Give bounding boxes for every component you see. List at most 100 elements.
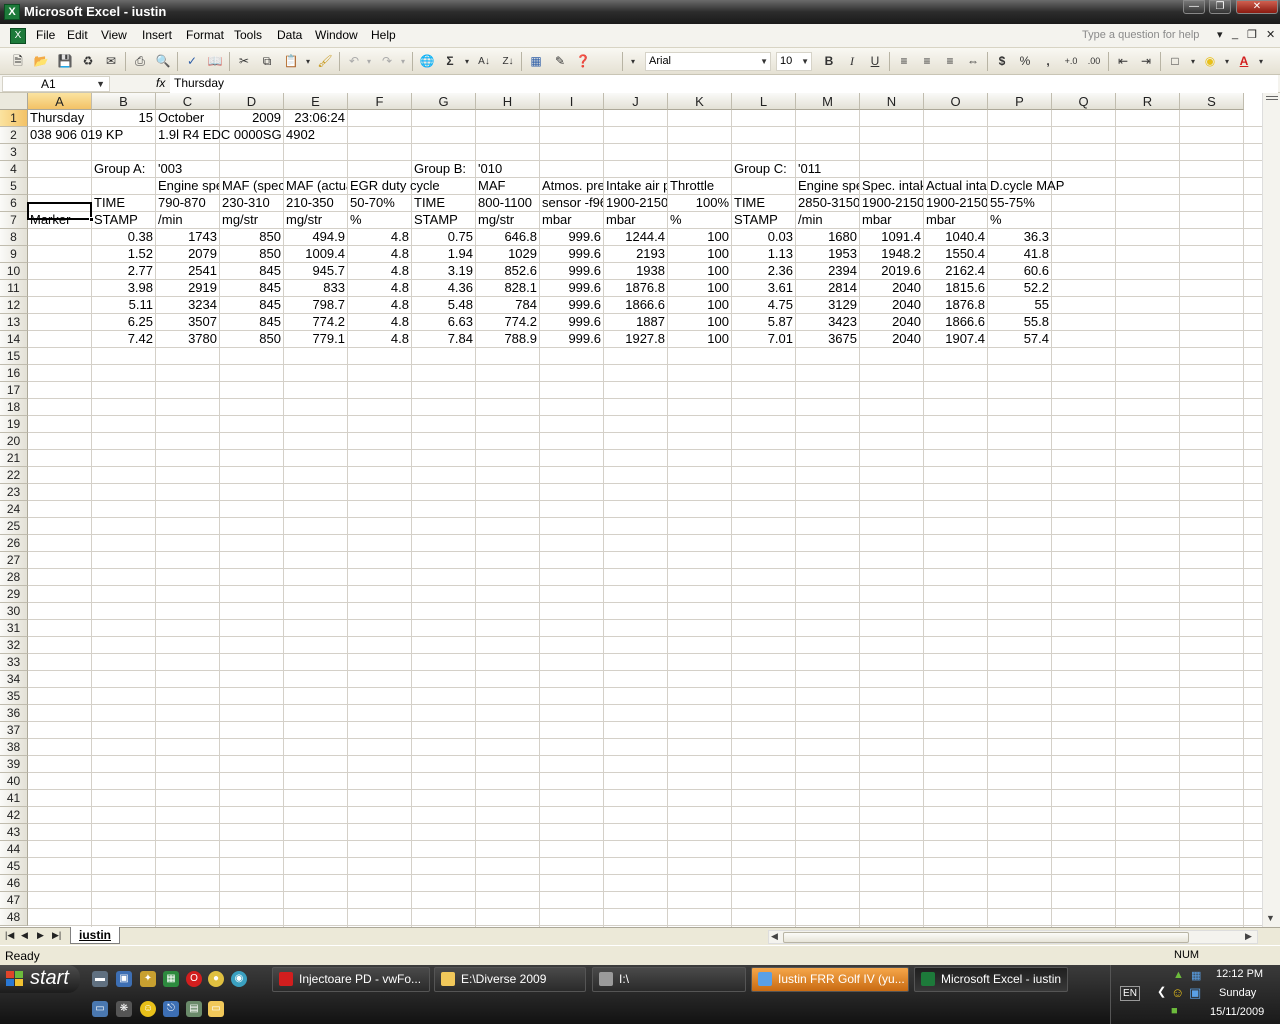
cell-O8[interactable]: 1040.4 bbox=[924, 229, 987, 245]
split-box[interactable] bbox=[1266, 96, 1278, 100]
cell-H7[interactable]: mg/str bbox=[476, 212, 539, 228]
language-indicator[interactable]: EN bbox=[1120, 986, 1140, 1001]
tray-expand-icon[interactable]: ❮ bbox=[1157, 985, 1166, 998]
cell-E5[interactable]: MAF (actual) bbox=[284, 178, 347, 194]
cell-E7[interactable]: mg/str bbox=[284, 212, 347, 228]
cell-M6[interactable]: 2850-3150 bbox=[796, 195, 859, 211]
row-header[interactable]: 24 bbox=[0, 501, 28, 518]
column-header-M[interactable]: M bbox=[796, 93, 860, 110]
next-sheet-icon[interactable]: ▶ bbox=[37, 930, 44, 941]
cell-N6[interactable]: 1900-2150 bbox=[860, 195, 923, 211]
row-header[interactable]: 39 bbox=[0, 756, 28, 773]
cell-D8[interactable]: 850 bbox=[220, 229, 283, 245]
cell-B12[interactable]: 5.11 bbox=[92, 297, 155, 313]
column-header-N[interactable]: N bbox=[860, 93, 924, 110]
quicklaunch-excel-icon[interactable]: ▦ bbox=[163, 971, 179, 987]
cell-E2[interactable]: 4902 bbox=[284, 127, 347, 143]
cell-E1[interactable]: 23:06:24 bbox=[284, 110, 347, 126]
cell-E13[interactable]: 774.2 bbox=[284, 314, 347, 330]
column-header-G[interactable]: G bbox=[412, 93, 476, 110]
cell-K11[interactable]: 100 bbox=[668, 280, 731, 296]
percent-icon[interactable]: % bbox=[1016, 53, 1034, 70]
font-color-icon[interactable]: A bbox=[1235, 53, 1253, 70]
menu-tools[interactable]: Tools bbox=[234, 28, 262, 42]
cell-L9[interactable]: 1.13 bbox=[732, 246, 795, 262]
cell-H8[interactable]: 646.8 bbox=[476, 229, 539, 245]
row-header[interactable]: 3 bbox=[0, 144, 28, 161]
close-button[interactable]: ✕ bbox=[1236, 0, 1278, 14]
italic-icon[interactable]: I bbox=[843, 53, 861, 70]
cell-H14[interactable]: 788.9 bbox=[476, 331, 539, 347]
cell-I8[interactable]: 999.6 bbox=[540, 229, 603, 245]
cell-E11[interactable]: 833 bbox=[284, 280, 347, 296]
cell-C6[interactable]: 790-870 bbox=[156, 195, 219, 211]
column-header-K[interactable]: K bbox=[668, 93, 732, 110]
cell-C7[interactable]: /min bbox=[156, 212, 219, 228]
quicklaunch-messenger-icon[interactable]: ☺ bbox=[140, 1001, 156, 1017]
cell-D5[interactable]: MAF (specified) bbox=[220, 178, 283, 194]
quicklaunch-opera-icon[interactable]: O bbox=[186, 971, 202, 987]
cell-I13[interactable]: 999.6 bbox=[540, 314, 603, 330]
row-header[interactable]: 7 bbox=[0, 212, 28, 229]
permission-icon[interactable]: ♻ bbox=[79, 53, 97, 70]
toolbar-options-icon[interactable]: ▾ bbox=[624, 53, 642, 70]
row-header[interactable]: 45 bbox=[0, 858, 28, 875]
cell-L10[interactable]: 2.36 bbox=[732, 263, 795, 279]
row-header[interactable]: 8 bbox=[0, 229, 28, 246]
minimize-button[interactable]: — bbox=[1183, 0, 1205, 14]
workbook-restore-icon[interactable]: ❐ bbox=[1247, 28, 1257, 41]
currency-icon[interactable]: $ bbox=[993, 53, 1011, 70]
cell-B9[interactable]: 1.52 bbox=[92, 246, 155, 262]
cell-J6[interactable]: 1900-2150 bbox=[604, 195, 667, 211]
increase-indent-icon[interactable]: ⇥ bbox=[1137, 53, 1155, 70]
horizontal-scroll-thumb[interactable] bbox=[783, 932, 1189, 943]
row-header[interactable]: 25 bbox=[0, 518, 28, 535]
row-header[interactable]: 14 bbox=[0, 331, 28, 348]
taskbar-button[interactable]: I:\ bbox=[592, 967, 746, 992]
cell-N10[interactable]: 2019.6 bbox=[860, 263, 923, 279]
quicklaunch-media-icon[interactable]: ● bbox=[208, 971, 224, 987]
cell-G4[interactable]: Group B: bbox=[412, 161, 475, 177]
row-header[interactable]: 32 bbox=[0, 637, 28, 654]
format-painter-icon[interactable]: 🖌 bbox=[316, 53, 334, 70]
cell-K6[interactable]: 100% bbox=[668, 195, 731, 211]
row-header[interactable]: 6 bbox=[0, 195, 28, 212]
cell-K12[interactable]: 100 bbox=[668, 297, 731, 313]
cell-J13[interactable]: 1887 bbox=[604, 314, 667, 330]
cell-L11[interactable]: 3.61 bbox=[732, 280, 795, 296]
cell-D10[interactable]: 845 bbox=[220, 263, 283, 279]
cell-E10[interactable]: 945.7 bbox=[284, 263, 347, 279]
hyperlink-icon[interactable]: 🌐 bbox=[418, 53, 436, 70]
quicklaunch-tool-icon[interactable]: ✦ bbox=[140, 971, 156, 987]
increase-decimal-icon[interactable]: +.0 bbox=[1062, 53, 1080, 70]
cell-I6[interactable]: sensor -f96 bbox=[540, 195, 603, 211]
cell-N11[interactable]: 2040 bbox=[860, 280, 923, 296]
row-header[interactable]: 5 bbox=[0, 178, 28, 195]
cell-F14[interactable]: 4.8 bbox=[348, 331, 411, 347]
cell-O6[interactable]: 1900-2150 bbox=[924, 195, 987, 211]
cell-M13[interactable]: 3423 bbox=[796, 314, 859, 330]
cell-I7[interactable]: mbar bbox=[540, 212, 603, 228]
cell-N8[interactable]: 1091.4 bbox=[860, 229, 923, 245]
column-header-S[interactable]: S bbox=[1180, 93, 1244, 110]
column-header-J[interactable]: J bbox=[604, 93, 668, 110]
menu-edit[interactable]: Edit bbox=[67, 28, 88, 42]
menu-window[interactable]: Window bbox=[315, 28, 358, 42]
quicklaunch-desktop-icon[interactable]: ▣ bbox=[116, 971, 132, 987]
taskbar-button[interactable]: Injectoare PD - vwFo... bbox=[272, 967, 430, 992]
cell-M5[interactable]: Engine speed bbox=[796, 178, 859, 194]
new-icon[interactable]: 🗎 bbox=[9, 53, 27, 70]
row-header[interactable]: 42 bbox=[0, 807, 28, 824]
cell-N14[interactable]: 2040 bbox=[860, 331, 923, 347]
borders-icon[interactable]: □ bbox=[1166, 53, 1184, 70]
fill-color-dropdown-icon[interactable]: ▾ bbox=[1218, 53, 1236, 70]
quicklaunch-shield-icon[interactable]: ⎋ bbox=[163, 1001, 179, 1017]
row-header[interactable]: 4 bbox=[0, 161, 28, 178]
prev-sheet-icon[interactable]: ◀ bbox=[21, 930, 28, 941]
cell-A1[interactable]: Thursday bbox=[28, 110, 91, 126]
help-dropdown-icon[interactable]: ▾ bbox=[1217, 28, 1223, 41]
cell-D7[interactable]: mg/str bbox=[220, 212, 283, 228]
cell-J7[interactable]: mbar bbox=[604, 212, 667, 228]
cell-D6[interactable]: 230-310 bbox=[220, 195, 283, 211]
quicklaunch-settings-icon[interactable]: ❋ bbox=[116, 1001, 132, 1017]
